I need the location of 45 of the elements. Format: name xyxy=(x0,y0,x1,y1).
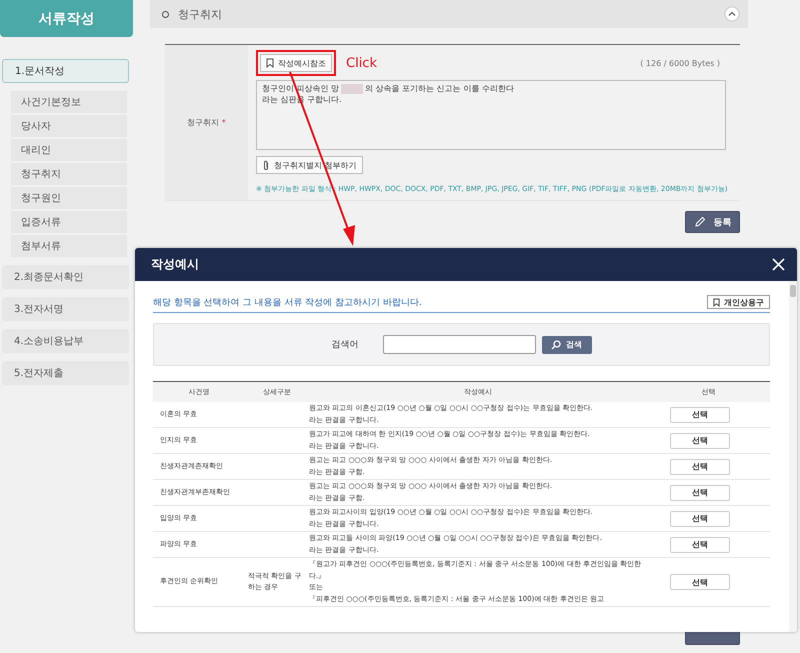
scrollbar[interactable] xyxy=(789,281,797,632)
step-item[interactable]: 4.소송비용납부 xyxy=(2,329,129,353)
redaction-block xyxy=(341,84,364,94)
phrase-button[interactable]: 개인상용구 xyxy=(707,295,770,309)
substep-item[interactable]: 사건기본정보 xyxy=(11,91,127,113)
substep-item[interactable]: 입증서류 xyxy=(11,211,127,233)
select-button[interactable]: 선택 xyxy=(670,458,730,474)
substep-item[interactable]: 대리인 xyxy=(11,139,127,161)
substep-item[interactable]: 청구원인 xyxy=(11,187,127,209)
annotation-label: Click xyxy=(346,56,377,70)
modal-title: 작성예시 xyxy=(151,256,200,273)
step-item[interactable]: 1.문서작성 xyxy=(2,59,129,83)
collapse-icon[interactable] xyxy=(724,6,740,22)
pencil-icon xyxy=(694,216,706,228)
byte-count: ( 126 / 6000 Bytes ) xyxy=(640,58,720,68)
select-button[interactable]: 선택 xyxy=(670,536,730,552)
bookmark-icon xyxy=(266,58,274,68)
text-line: 의 상속을 포기하는 신고는 이를 수리한다 xyxy=(365,83,514,94)
select-button[interactable]: 선택 xyxy=(670,406,730,422)
paperclip-icon xyxy=(262,160,270,170)
bullet-icon xyxy=(162,10,169,18)
notice-text: 해당 항목을 선택하여 그 내용을 서류 작성에 참고하시기 바랍니다. xyxy=(153,296,422,308)
bookmark-icon xyxy=(713,298,720,306)
step-item[interactable]: 3.전자서명 xyxy=(2,297,129,321)
search-button[interactable]: 검색 xyxy=(542,336,592,354)
search-icon xyxy=(551,340,561,350)
select-button[interactable]: 선택 xyxy=(670,574,730,590)
text-line: 청구인이 피상속인 망 xyxy=(262,83,340,94)
field-label: 청구취지 * xyxy=(187,117,226,128)
select-button[interactable]: 선택 xyxy=(670,484,730,500)
example-button[interactable]: 작성예시참조 xyxy=(260,54,332,72)
step-item[interactable]: 2.최종문서확인 xyxy=(2,265,129,289)
register-button[interactable]: 등록 xyxy=(685,211,740,233)
select-button[interactable]: 선택 xyxy=(670,432,730,448)
close-icon[interactable] xyxy=(772,258,785,271)
search-label: 검색어 xyxy=(332,339,358,351)
substep-item[interactable]: 당사자 xyxy=(11,115,127,137)
step-item[interactable]: 5.전자제출 xyxy=(2,361,129,385)
substep-item[interactable]: 청구취지 xyxy=(11,163,127,185)
select-button[interactable]: 선택 xyxy=(670,510,730,526)
sidebar-title: 서류작성 xyxy=(0,0,133,37)
substep-item[interactable]: 첨부서류 xyxy=(11,235,127,257)
attach-button[interactable]: 청구취지별지 첨부하기 xyxy=(256,156,363,174)
section-title: 청구취지 xyxy=(178,6,223,22)
search-field[interactable] xyxy=(382,335,536,354)
